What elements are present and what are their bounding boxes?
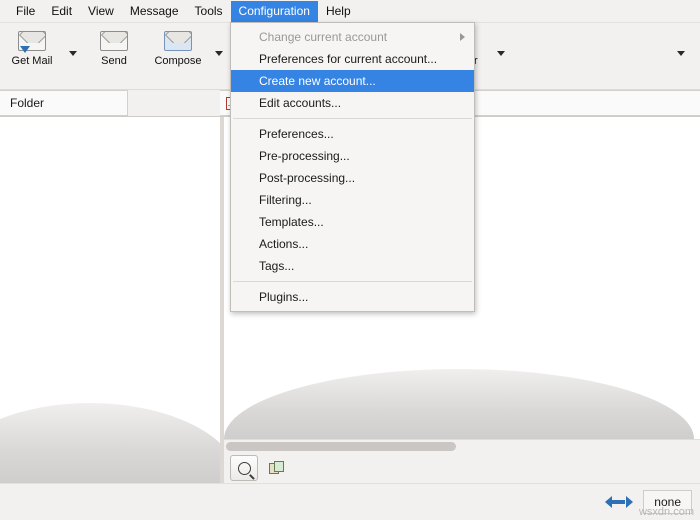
menu-tools[interactable]: Tools xyxy=(187,1,231,22)
chevron-right-icon xyxy=(460,33,465,41)
watermark: wsxdn.com xyxy=(638,506,694,518)
menu-configuration[interactable]: Configuration xyxy=(230,0,318,22)
chevron-down-icon xyxy=(69,50,77,56)
toolbar-compose-label: Compose xyxy=(154,55,202,67)
menu-item-label: Preferences... xyxy=(259,127,334,141)
menu-item-preferences-for-current-account[interactable]: Preferences for current account... xyxy=(231,48,474,70)
toolbar-overflow-dropdown[interactable] xyxy=(672,27,690,79)
menu-item-label: Templates... xyxy=(259,215,324,229)
menu-item-edit-accounts[interactable]: Edit accounts... xyxy=(231,92,474,114)
toolbar-compose-dropdown[interactable] xyxy=(210,27,228,79)
menu-item-post-processing[interactable]: Post-processing... xyxy=(231,167,474,189)
menu-item-label: Pre-processing... xyxy=(259,149,350,163)
bottom-tool-strip xyxy=(224,453,700,483)
menu-file[interactable]: File xyxy=(8,1,43,22)
toolbar-get-mail-dropdown[interactable] xyxy=(64,27,82,79)
message-pane-decoration xyxy=(224,369,694,439)
get-mail-icon xyxy=(18,31,46,53)
pages-tool-button[interactable] xyxy=(264,456,290,480)
chevron-down-icon xyxy=(215,50,223,56)
menu-item-label: Edit accounts... xyxy=(259,96,342,110)
toolbar-send-label: Send xyxy=(101,55,127,67)
menu-item-label: Filtering... xyxy=(259,193,312,207)
menu-item-create-new-account[interactable]: Create new account... xyxy=(231,70,474,92)
menu-item-label: Actions... xyxy=(259,237,309,251)
menu-item-templates[interactable]: Templates... xyxy=(231,211,474,233)
toolbar-sender-dropdown[interactable] xyxy=(492,27,510,79)
chevron-down-icon xyxy=(677,50,685,56)
send-icon xyxy=(100,31,128,51)
compose-icon xyxy=(164,31,192,51)
menu-item-label: Create new account... xyxy=(259,74,376,88)
menu-view[interactable]: View xyxy=(80,1,122,22)
toolbar-get-mail-label: Get Mail xyxy=(11,55,53,67)
scrollbar-thumb[interactable] xyxy=(226,442,456,451)
configuration-menu: Change current account Preferences for c… xyxy=(230,22,475,312)
menu-item-actions[interactable]: Actions... xyxy=(231,233,474,255)
menu-help[interactable]: Help xyxy=(318,1,359,22)
status-bar: none xyxy=(0,483,700,520)
magnifier-icon xyxy=(237,461,251,475)
menu-item-label: Plugins... xyxy=(259,290,309,304)
toolbar-get-mail-button[interactable]: Get Mail xyxy=(0,27,64,67)
menu-separator xyxy=(233,281,472,282)
menu-item-preferences[interactable]: Preferences... xyxy=(231,123,474,145)
pages-icon xyxy=(269,461,285,475)
menu-item-plugins[interactable]: Plugins... xyxy=(231,286,474,308)
menu-item-tags[interactable]: Tags... xyxy=(231,255,474,277)
menu-item-label: Tags... xyxy=(259,259,295,273)
menu-edit[interactable]: Edit xyxy=(43,1,80,22)
menu-item-filtering[interactable]: Filtering... xyxy=(231,189,474,211)
menu-bar: File Edit View Message Tools Configurati… xyxy=(0,0,700,23)
menu-message[interactable]: Message xyxy=(122,1,187,22)
application-window: File Edit View Message Tools Configurati… xyxy=(0,0,700,520)
folder-pane-decoration xyxy=(0,403,220,483)
menu-item-pre-processing[interactable]: Pre-processing... xyxy=(231,145,474,167)
toolbar-compose-button[interactable]: Compose xyxy=(146,27,210,67)
toolbar-send-button[interactable]: Send xyxy=(82,27,146,67)
folder-tree-pane[interactable] xyxy=(0,117,220,483)
menu-item-label: Post-processing... xyxy=(259,171,356,185)
zoom-tool-button[interactable] xyxy=(230,455,258,481)
column-header-folder[interactable]: Folder xyxy=(0,90,128,116)
menu-item-label: Change current account xyxy=(259,30,388,44)
menu-separator xyxy=(233,118,472,119)
menu-item-label: Preferences for current account... xyxy=(259,52,438,66)
chevron-down-icon xyxy=(497,50,505,56)
horizontal-scrollbar[interactable] xyxy=(224,439,700,453)
menu-item-change-current-account[interactable]: Change current account xyxy=(231,26,474,48)
network-icon[interactable] xyxy=(605,495,634,509)
